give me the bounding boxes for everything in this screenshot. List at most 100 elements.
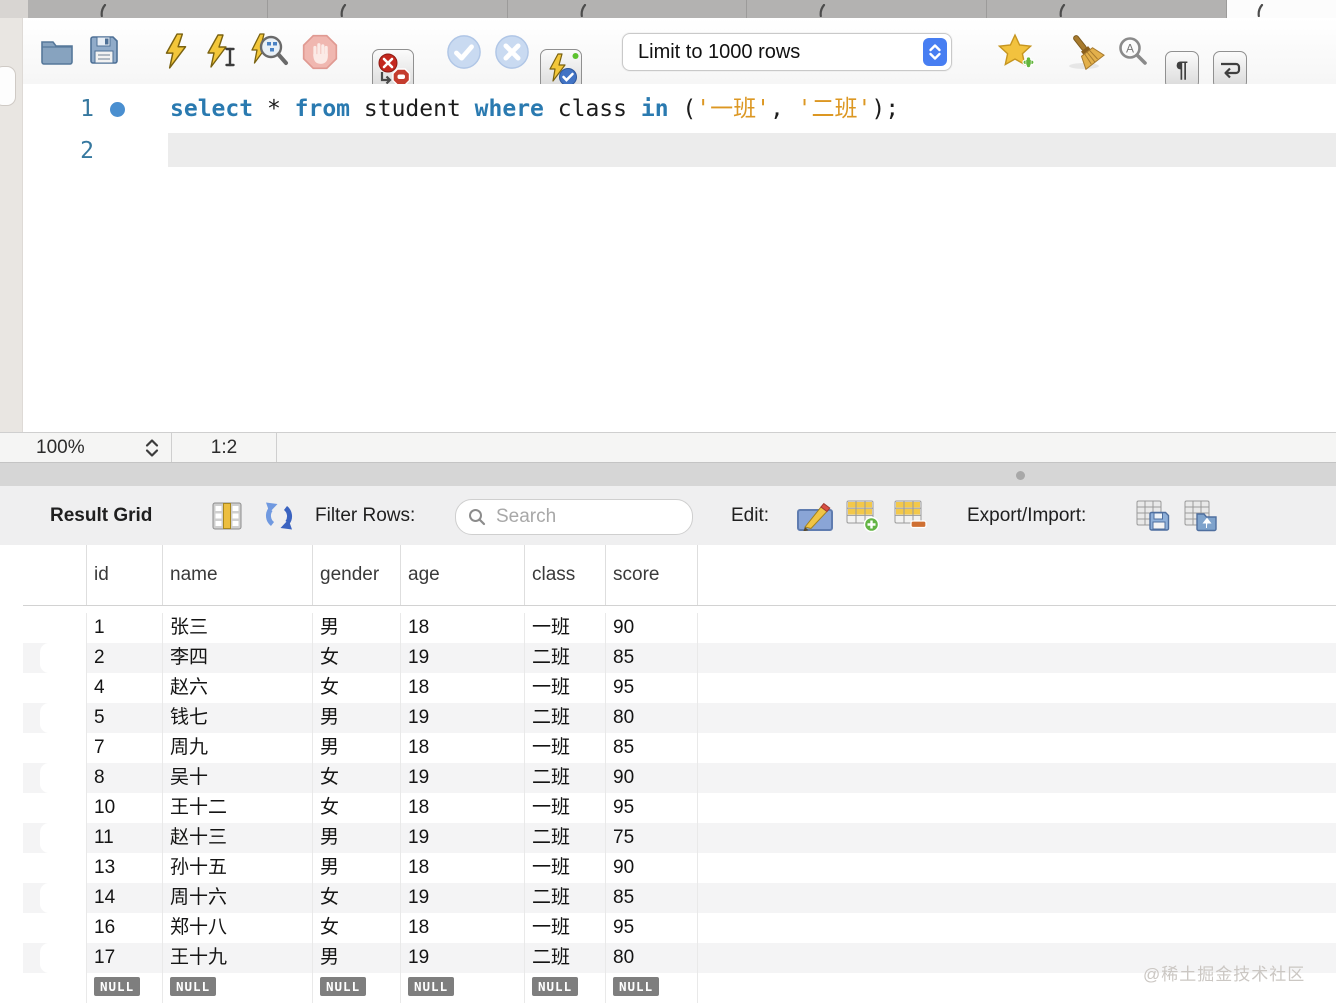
row-selector[interactable] <box>23 703 87 733</box>
cell[interactable]: 女 <box>313 763 401 793</box>
import-records-icon[interactable] <box>1184 500 1218 532</box>
cell[interactable]: 二班 <box>525 763 606 793</box>
cell[interactable]: 85 <box>606 643 698 673</box>
cell[interactable]: 郑十八 <box>163 913 313 943</box>
row-selector[interactable] <box>23 883 87 913</box>
cell[interactable]: 95 <box>606 673 698 703</box>
column-header-class[interactable]: class <box>525 545 606 605</box>
cell[interactable]: 女 <box>313 913 401 943</box>
cell[interactable]: 赵十三 <box>163 823 313 853</box>
table-row[interactable]: 2 李四女 19 二班 85 <box>23 643 1336 673</box>
cell[interactable]: 18 <box>401 913 525 943</box>
cell[interactable]: 5 <box>87 703 163 733</box>
null-placeholder-row[interactable]: NULL NULL NULL NULL NULL NULL <box>23 973 1336 1003</box>
table-row[interactable]: 14 周十六女 19 二班 85 <box>23 883 1336 913</box>
cell[interactable]: 85 <box>606 883 698 913</box>
column-header-gender[interactable]: gender <box>313 545 401 605</box>
row-selector[interactable] <box>23 733 87 763</box>
row-selector[interactable] <box>23 793 87 823</box>
cell[interactable]: 周九 <box>163 733 313 763</box>
cell[interactable]: NULL <box>525 973 606 1003</box>
cell[interactable]: 二班 <box>525 643 606 673</box>
cell[interactable]: 一班 <box>525 673 606 703</box>
cell[interactable]: NULL <box>163 973 313 1003</box>
find-panel-icon[interactable]: A <box>1117 35 1149 67</box>
cell[interactable]: 一班 <box>525 793 606 823</box>
insert-row-icon[interactable] <box>846 500 880 532</box>
row-selector[interactable] <box>23 823 87 853</box>
cell[interactable]: 95 <box>606 913 698 943</box>
table-row[interactable]: 8 吴十女 19 二班 90 <box>23 763 1336 793</box>
limit-rows-dropdown[interactable]: Limit to 1000 rows <box>622 33 952 71</box>
cell[interactable]: NULL <box>313 973 401 1003</box>
cell[interactable]: 二班 <box>525 703 606 733</box>
column-header-age[interactable]: age <box>401 545 525 605</box>
cell[interactable]: 男 <box>313 733 401 763</box>
cell[interactable]: 7 <box>87 733 163 763</box>
table-row[interactable]: 11 赵十三男 19 二班 75 <box>23 823 1336 853</box>
cell[interactable]: 10 <box>87 793 163 823</box>
cell[interactable]: 一班 <box>525 913 606 943</box>
delete-row-icon[interactable] <box>894 500 928 532</box>
explain-plan-icon[interactable] <box>250 32 290 70</box>
cell[interactable]: 赵六 <box>163 673 313 703</box>
cell[interactable]: 周十六 <box>163 883 313 913</box>
execute-statement-icon[interactable] <box>162 33 190 69</box>
filter-search-field[interactable] <box>455 499 693 535</box>
cell[interactable]: 李四 <box>163 643 313 673</box>
cell[interactable]: NULL <box>401 973 525 1003</box>
cell[interactable]: 80 <box>606 943 698 973</box>
zoom-control[interactable]: 100% <box>0 433 172 463</box>
table-row[interactable]: 16 郑十八女 18 一班 95 <box>23 913 1336 943</box>
open-script-icon[interactable] <box>40 35 74 65</box>
query-tab-2[interactable] <box>267 0 508 19</box>
refresh-icon[interactable] <box>262 499 296 533</box>
export-recordset-icon[interactable] <box>1136 500 1170 532</box>
cell[interactable]: 18 <box>401 733 525 763</box>
cell[interactable]: 95 <box>606 793 698 823</box>
table-row[interactable]: 17 王十九男 19 二班 80 <box>23 943 1336 973</box>
splitter-handle-icon[interactable] <box>1016 471 1025 480</box>
cell[interactable]: 钱七 <box>163 703 313 733</box>
row-selector[interactable] <box>23 763 87 793</box>
cell[interactable]: 男 <box>313 853 401 883</box>
cell[interactable]: 男 <box>313 613 401 643</box>
query-tab-1[interactable] <box>28 0 268 19</box>
beautify-script-icon[interactable] <box>1066 34 1108 70</box>
pane-splitter[interactable] <box>0 462 1336 487</box>
cell[interactable]: 14 <box>87 883 163 913</box>
cell[interactable]: 男 <box>313 943 401 973</box>
column-header-id[interactable]: id <box>87 545 163 605</box>
cell[interactable]: 19 <box>401 883 525 913</box>
cell[interactable]: 张三 <box>163 613 313 643</box>
save-snippet-icon[interactable] <box>997 33 1035 71</box>
cell[interactable]: 男 <box>313 823 401 853</box>
table-row[interactable]: 13 孙十五男 18 一班 90 <box>23 853 1336 883</box>
query-tab-4[interactable] <box>747 0 988 19</box>
row-selector[interactable] <box>23 973 87 1003</box>
zoom-stepper-icon[interactable] <box>143 437 161 459</box>
cell[interactable]: 17 <box>87 943 163 973</box>
cell[interactable]: 90 <box>606 763 698 793</box>
query-tab-6[interactable] <box>1226 0 1336 18</box>
cell[interactable]: 男 <box>313 703 401 733</box>
cell[interactable]: 16 <box>87 913 163 943</box>
edit-record-icon[interactable] <box>797 501 833 531</box>
table-row[interactable]: 5 钱七男 19 二班 80 <box>23 703 1336 733</box>
table-row[interactable]: 1 张三男 18 一班 90 <box>23 613 1336 643</box>
row-selector[interactable] <box>23 643 87 673</box>
sql-editor[interactable]: 1 select * from student where class in ('… <box>0 84 1336 432</box>
cell[interactable]: 11 <box>87 823 163 853</box>
row-selector[interactable] <box>23 613 87 643</box>
save-script-icon[interactable] <box>89 35 119 65</box>
cell[interactable]: 女 <box>313 643 401 673</box>
table-row[interactable]: 4 赵六女 18 一班 95 <box>23 673 1336 703</box>
cell[interactable]: 4 <box>87 673 163 703</box>
cell[interactable]: 二班 <box>525 943 606 973</box>
cell[interactable]: 18 <box>401 673 525 703</box>
row-selector[interactable] <box>23 853 87 883</box>
cell[interactable]: 13 <box>87 853 163 883</box>
result-grid-view-icon[interactable] <box>212 502 242 530</box>
sidebar-toggle-handle[interactable] <box>0 66 16 106</box>
search-input[interactable] <box>494 505 668 529</box>
